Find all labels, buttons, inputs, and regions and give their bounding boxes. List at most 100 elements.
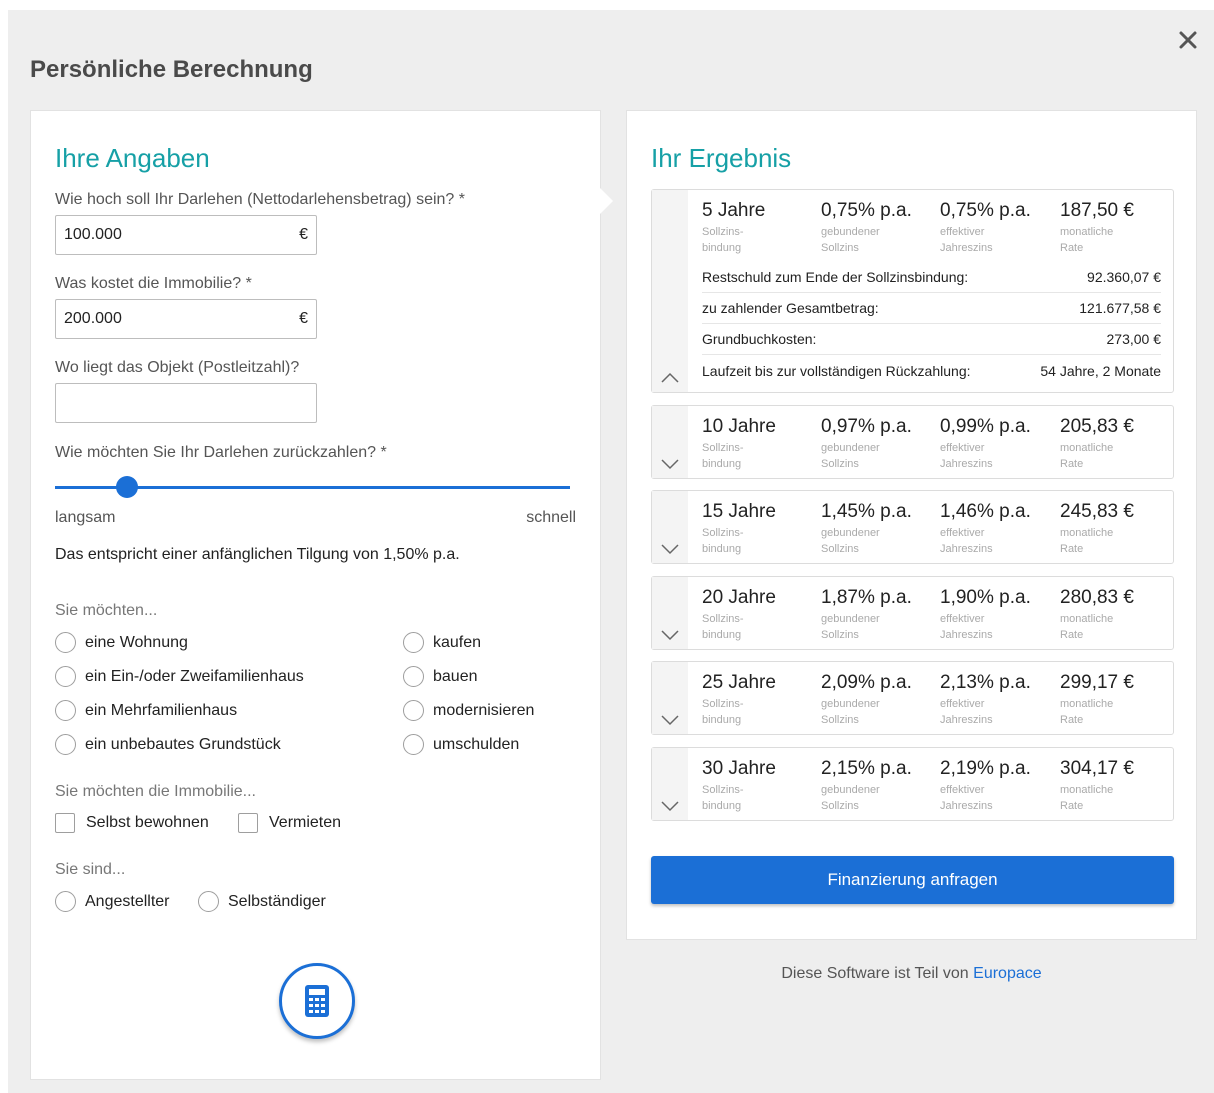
- sub-label: Sollzins: [821, 714, 859, 726]
- modal: Persönliche Berechnung Ihre Angaben Wie …: [8, 10, 1214, 1093]
- radio-umschulden[interactable]: umschulden: [403, 734, 519, 755]
- offer-years-col: 30 Jahre Sollzins- bindung: [702, 758, 776, 814]
- radio-circle[interactable]: [403, 666, 424, 687]
- sub-label: Jahreszins: [940, 242, 993, 254]
- sub-label: Sollzins-: [702, 698, 744, 710]
- checkbox-label: Selbst bewohnen: [86, 814, 209, 831]
- detail-value: 54 Jahre, 2 Monate: [1040, 362, 1161, 379]
- sub-label: effektiver: [940, 698, 985, 710]
- offer-card-10[interactable]: 10 Jahre Sollzins- bindung 0,97% p.a. ge…: [651, 405, 1174, 479]
- offer-monthly-col: 205,83 € monatliche Rate: [1060, 416, 1134, 472]
- radio-kaufen[interactable]: kaufen: [403, 632, 481, 653]
- radio-circle[interactable]: [198, 891, 219, 912]
- chevron-down-icon[interactable]: [660, 458, 680, 470]
- chevron-down-icon[interactable]: [660, 714, 680, 726]
- radio-modernisieren[interactable]: modernisieren: [403, 700, 534, 721]
- offer-monthly: 187,50 €: [1060, 200, 1134, 221]
- zip-input[interactable]: [55, 383, 317, 423]
- chevron-down-icon[interactable]: [660, 543, 680, 555]
- employment-label: Sie sind...: [55, 861, 126, 878]
- offer-effective-col: 0,75% p.a. effektiver Jahreszins: [940, 200, 1031, 256]
- sub-label: Sollzins-: [702, 527, 744, 539]
- offer-effective: 0,75% p.a.: [940, 200, 1031, 221]
- offer-card-5[interactable]: 5 Jahre Sollzins- bindung 0,75% p.a. geb…: [651, 189, 1174, 393]
- chevron-up-icon[interactable]: [660, 372, 680, 384]
- offer-effective-col: 1,46% p.a. effektiver Jahreszins: [940, 501, 1031, 557]
- radio-circle[interactable]: [55, 632, 76, 653]
- calculator-icon: [305, 985, 329, 1017]
- sub-label: Jahreszins: [940, 800, 993, 812]
- chevron-down-icon[interactable]: [660, 629, 680, 641]
- europace-link[interactable]: Europace: [973, 965, 1042, 982]
- radio-circle[interactable]: [403, 632, 424, 653]
- sub-label: bindung: [702, 543, 742, 555]
- repay-slider-thumb[interactable]: [116, 476, 139, 498]
- checkbox-box[interactable]: [55, 813, 75, 833]
- radio-circle[interactable]: [55, 734, 76, 755]
- sub-label: gebundener: [821, 784, 880, 796]
- checkbox-vermieten[interactable]: Vermieten: [238, 813, 341, 833]
- price-input[interactable]: 200.000 €: [55, 299, 317, 339]
- offer-rate-col: 1,45% p.a. gebundener Sollzins: [821, 501, 912, 557]
- offer-rate: 0,97% p.a.: [821, 416, 912, 437]
- checkbox-box[interactable]: [238, 813, 258, 833]
- sub-label: bindung: [702, 800, 742, 812]
- radio-einfamilienhaus[interactable]: ein Ein-/oder Zweifamilienhaus: [55, 666, 304, 687]
- detail-value: 92.360,07 €: [1087, 269, 1161, 285]
- want-label: Sie möchten...: [55, 602, 158, 619]
- radio-wohnung[interactable]: eine Wohnung: [55, 632, 188, 653]
- radio-label: umschulden: [433, 735, 520, 753]
- sub-label: effektiver: [940, 226, 985, 238]
- tilgung-text: Das entspricht einer anfänglichen Tilgun…: [55, 546, 460, 563]
- radio-angestellter[interactable]: Angestellter: [55, 891, 170, 912]
- sub-label: gebundener: [821, 226, 880, 238]
- sub-label: bindung: [702, 714, 742, 726]
- radio-circle[interactable]: [403, 734, 424, 755]
- offer-effective: 0,99% p.a.: [940, 416, 1031, 437]
- radio-label: Selbständiger: [228, 892, 326, 910]
- radio-grundstueck[interactable]: ein unbebautes Grundstück: [55, 734, 281, 755]
- offer-rate: 2,09% p.a.: [821, 672, 912, 693]
- radio-circle[interactable]: [403, 700, 424, 721]
- request-financing-button[interactable]: Finanzierung anfragen: [651, 856, 1174, 904]
- sub-label: Jahreszins: [940, 714, 993, 726]
- sub-label: Sollzins: [821, 800, 859, 812]
- radio-selbstaendiger[interactable]: Selbständiger: [198, 891, 326, 912]
- detail-label: zu zahlender Gesamtbetrag:: [702, 300, 879, 316]
- radio-mehrfamilienhaus[interactable]: ein Mehrfamilienhaus: [55, 700, 237, 721]
- offer-rate: 1,45% p.a.: [821, 501, 912, 522]
- detail-row: Restschuld zum Ende der Sollzinsbindung:…: [702, 262, 1161, 293]
- sub-label: Sollzins: [821, 629, 859, 641]
- calculate-button[interactable]: [279, 963, 355, 1039]
- offer-rate-col: 2,09% p.a. gebundener Sollzins: [821, 672, 912, 728]
- radio-label: bauen: [433, 667, 478, 685]
- sub-label: Sollzins-: [702, 613, 744, 625]
- offer-card-15[interactable]: 15 Jahre Sollzins- bindung 1,45% p.a. ge…: [651, 490, 1174, 564]
- chevron-down-icon[interactable]: [660, 800, 680, 812]
- offer-card-25[interactable]: 25 Jahre Sollzins- bindung 2,09% p.a. ge…: [651, 661, 1174, 735]
- radio-circle[interactable]: [55, 666, 76, 687]
- radio-bauen[interactable]: bauen: [403, 666, 478, 687]
- offer-card-30[interactable]: 30 Jahre Sollzins- bindung 2,15% p.a. ge…: [651, 747, 1174, 821]
- detail-label: Restschuld zum Ende der Sollzinsbindung:: [702, 269, 969, 285]
- sub-label: gebundener: [821, 442, 880, 454]
- radio-circle[interactable]: [55, 891, 76, 912]
- checkbox-selbst-bewohnen[interactable]: Selbst bewohnen: [55, 813, 209, 833]
- offer-card-20[interactable]: 20 Jahre Sollzins- bindung 1,87% p.a. ge…: [651, 576, 1174, 650]
- offer-rate: 2,15% p.a.: [821, 758, 912, 779]
- offer-years: 20 Jahre: [702, 587, 776, 608]
- offer-monthly-col: 280,83 € monatliche Rate: [1060, 587, 1134, 643]
- sub-label: Rate: [1060, 714, 1084, 726]
- loan-input[interactable]: 100.000 €: [55, 215, 317, 255]
- slow-label: langsam: [55, 509, 116, 526]
- close-icon[interactable]: [1176, 28, 1200, 52]
- input-panel: Ihre Angaben Wie hoch soll Ihr Darlehen …: [30, 110, 613, 1080]
- sub-label: Rate: [1060, 543, 1084, 555]
- currency-symbol: €: [299, 310, 308, 327]
- radio-label: Angestellter: [85, 892, 170, 910]
- radio-label: ein Mehrfamilienhaus: [85, 701, 238, 719]
- card-gutter: [652, 190, 688, 392]
- detail-row: zu zahlender Gesamtbetrag: 121.677,58 €: [702, 293, 1161, 324]
- result-panel: Ihr Ergebnis 5 Jahre Sollzins- bindung 0…: [626, 110, 1197, 940]
- radio-circle[interactable]: [55, 700, 76, 721]
